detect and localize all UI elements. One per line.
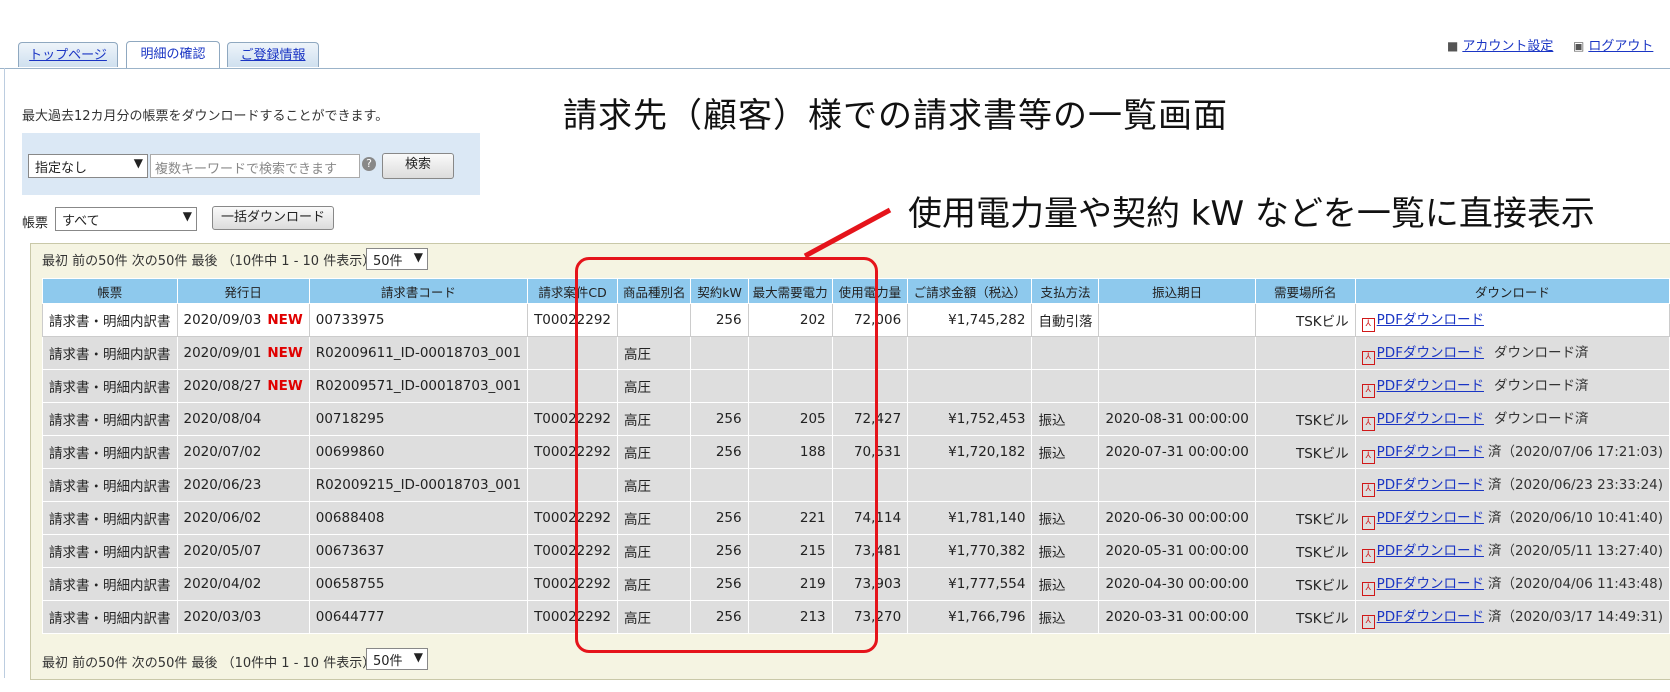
per-page-select-bottom[interactable]: 50件 ▼ bbox=[366, 648, 428, 670]
per-page-value: 50件 bbox=[373, 654, 403, 669]
annotation-pointer-line bbox=[803, 207, 892, 259]
chevron-down-icon: ▼ bbox=[413, 650, 423, 664]
pager-text[interactable]: 最初 前の50件 次の50件 最後 （10件中 1 - 10 件表示） bbox=[42, 656, 375, 671]
pointer-stroke bbox=[803, 207, 892, 259]
pager-bottom: 最初 前の50件 次の50件 最後 （10件中 1 - 10 件表示） bbox=[42, 652, 375, 671]
